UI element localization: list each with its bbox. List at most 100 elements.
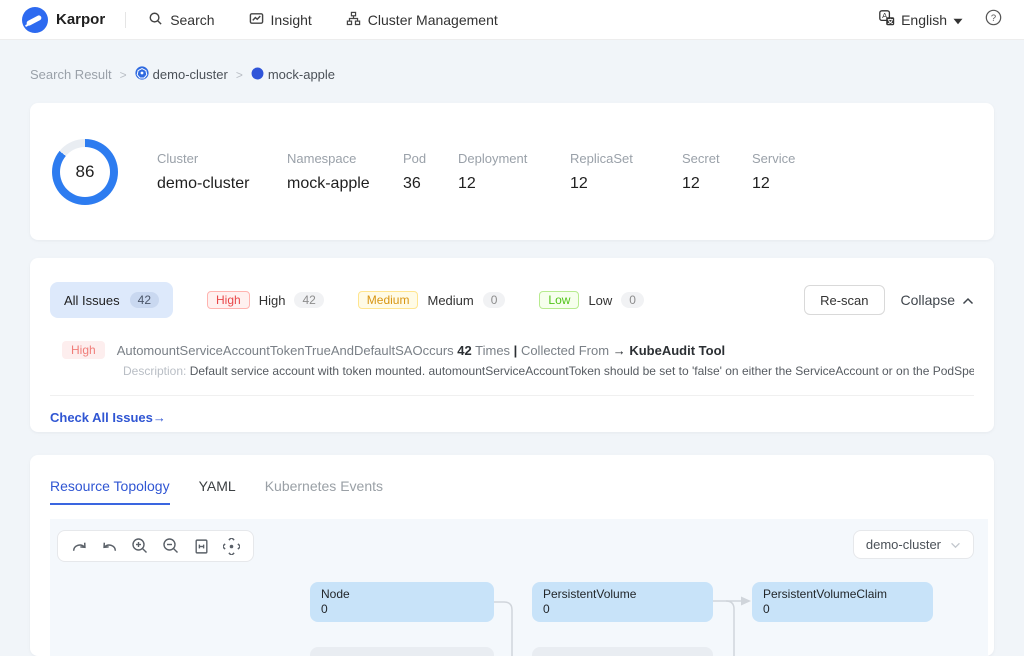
stat-label: Namespace	[287, 151, 403, 166]
topology-card: Resource Topology YAML Kubernetes Events	[30, 455, 994, 656]
nav-item-search[interactable]: Search	[148, 11, 214, 29]
topology-canvas-area: demo-cluster Node 0	[50, 519, 988, 656]
karpor-logo-icon[interactable]	[22, 7, 48, 33]
collapse-toggle[interactable]: Collapse	[901, 292, 974, 308]
issue-row[interactable]: High AutomountServiceAccountTokenTrueAnd…	[50, 341, 974, 359]
filter-label: All Issues	[64, 293, 120, 308]
topology-node-partial	[532, 647, 713, 656]
nav-left: Karpor Search Insight Cluster Management	[22, 7, 532, 33]
stat-label: Cluster	[157, 151, 287, 166]
arrow-right-icon: →	[613, 343, 626, 358]
language-switcher[interactable]: A English	[879, 10, 963, 29]
namespace-icon	[251, 67, 264, 83]
topology-node-persistentvolumeclaim[interactable]: PersistentVolumeClaim 0	[752, 582, 933, 622]
caret-down-icon	[953, 12, 963, 28]
nav-item-label: Insight	[271, 12, 312, 28]
fit-center-button[interactable]	[223, 538, 240, 555]
stat-value: 12	[570, 175, 682, 193]
issue-collected-from: Collected From	[521, 343, 609, 358]
fit-page-button[interactable]	[193, 538, 210, 555]
stat-value: 12	[682, 175, 752, 193]
filter-high[interactable]: High High 42	[207, 291, 324, 309]
tab-yaml[interactable]: YAML	[199, 478, 236, 505]
issues-filter-row: All Issues 42 High High 42 Medium Medium…	[50, 282, 974, 318]
nav-divider	[125, 12, 126, 28]
zoom-out-button[interactable]	[162, 537, 180, 555]
filter-label: Low	[588, 293, 612, 308]
chevron-down-icon	[950, 537, 961, 552]
page: Karpor Search Insight Cluster Management	[0, 0, 1024, 656]
issue-title-line: AutomountServiceAccountTokenTrueAndDefau…	[117, 343, 725, 358]
nav-right: A English ?	[879, 9, 1002, 31]
check-all-label: Check All Issues	[50, 410, 153, 425]
node-count: 0	[321, 602, 494, 616]
filter-count-badge: 0	[483, 292, 506, 308]
breadcrumb-root[interactable]: Search Result	[30, 67, 112, 82]
node-title: PersistentVolumeClaim	[763, 587, 933, 601]
stat-pod: Pod 36	[403, 151, 458, 193]
breadcrumb-separator: >	[236, 68, 243, 82]
nav-item-insight[interactable]: Insight	[249, 11, 312, 29]
breadcrumb-namespace-label: mock-apple	[268, 67, 335, 82]
topology-node-node[interactable]: Node 0	[310, 582, 494, 622]
breadcrumb: Search Result > demo-cluster > mock-appl…	[30, 66, 335, 83]
redo-button[interactable]	[71, 538, 88, 555]
breadcrumb-namespace[interactable]: mock-apple	[251, 67, 335, 83]
cluster-select-dropdown[interactable]: demo-cluster	[853, 530, 974, 559]
nav-item-label: Cluster Management	[368, 12, 498, 28]
check-all-issues-link[interactable]: Check All Issues→	[50, 410, 166, 425]
filter-all-issues[interactable]: All Issues 42	[50, 282, 173, 318]
language-label: English	[901, 12, 947, 28]
breadcrumb-cluster[interactable]: demo-cluster	[135, 66, 228, 83]
top-nav: Karpor Search Insight Cluster Management	[0, 0, 1024, 40]
high-severity-tag: High	[207, 291, 250, 309]
stat-label: Deployment	[458, 151, 570, 166]
undo-button[interactable]	[101, 538, 118, 555]
summary-stats: Cluster demo-cluster Namespace mock-appl…	[157, 151, 832, 193]
summary-card: 86 Cluster demo-cluster Namespace mock-a…	[30, 103, 994, 240]
breadcrumb-cluster-label: demo-cluster	[153, 67, 228, 82]
rescan-button[interactable]: Re-scan	[804, 285, 884, 315]
stat-label: ReplicaSet	[570, 151, 682, 166]
translate-icon: A	[879, 10, 895, 29]
filter-medium[interactable]: Medium Medium 0	[358, 291, 506, 309]
help-button[interactable]: ?	[985, 9, 1002, 31]
issue-times-value: 42	[457, 343, 471, 358]
issues-card: All Issues 42 High High 42 Medium Medium…	[30, 258, 994, 432]
filter-label: High	[259, 293, 286, 308]
cluster-management-icon	[346, 11, 361, 29]
nav-item-label: Search	[170, 12, 214, 28]
issues-divider	[50, 395, 974, 396]
stat-value: demo-cluster	[157, 175, 287, 193]
filter-label: Medium	[427, 293, 473, 308]
stat-label: Service	[752, 151, 832, 166]
node-title: Node	[321, 587, 494, 601]
collapse-label: Collapse	[901, 292, 955, 308]
tab-kubernetes-events[interactable]: Kubernetes Events	[265, 478, 383, 505]
nav-item-cluster-management[interactable]: Cluster Management	[346, 11, 498, 29]
topology-node-persistentvolume[interactable]: PersistentVolume 0	[532, 582, 713, 622]
insight-icon	[249, 11, 264, 29]
issue-times-word: Times	[475, 343, 510, 358]
stat-namespace: Namespace mock-apple	[287, 151, 403, 193]
stat-value: 36	[403, 175, 458, 193]
stat-value: mock-apple	[287, 175, 403, 193]
stat-label: Pod	[403, 151, 458, 166]
filter-low[interactable]: Low Low 0	[539, 291, 644, 309]
chevron-up-icon	[962, 292, 974, 308]
brand-name[interactable]: Karpor	[56, 11, 105, 28]
tab-resource-topology[interactable]: Resource Topology	[50, 478, 170, 505]
stat-service: Service 12	[752, 151, 832, 193]
stat-cluster: Cluster demo-cluster	[157, 151, 287, 193]
stat-deployment: Deployment 12	[458, 151, 570, 193]
node-count: 0	[763, 602, 933, 616]
zoom-in-button[interactable]	[131, 537, 149, 555]
stat-replicaset: ReplicaSet 12	[570, 151, 682, 193]
kubernetes-cluster-icon	[135, 66, 149, 83]
cluster-select-value: demo-cluster	[866, 537, 941, 552]
stat-label: Secret	[682, 151, 752, 166]
issue-severity-badge: High	[62, 341, 105, 359]
search-icon	[148, 11, 163, 29]
node-title: PersistentVolume	[543, 587, 713, 601]
issue-title: AutomountServiceAccountTokenTrueAndDefau…	[117, 343, 454, 358]
